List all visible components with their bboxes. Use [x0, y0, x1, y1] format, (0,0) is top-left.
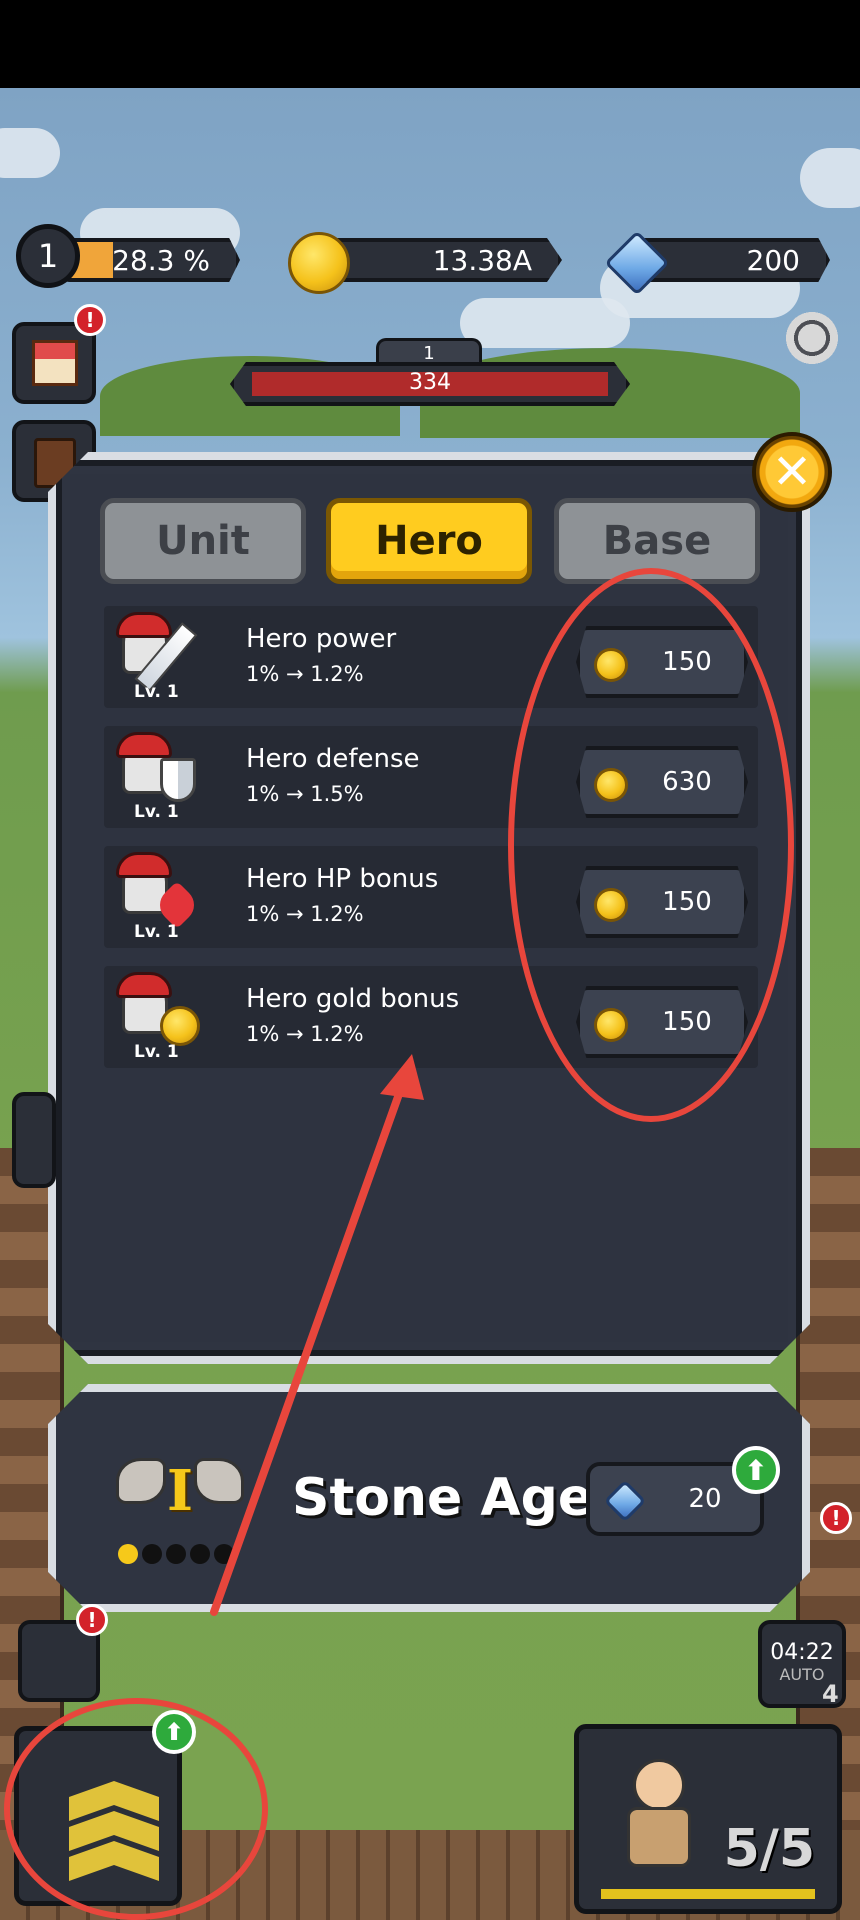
- upgrade-change: 1% → 1.2%: [246, 1022, 364, 1046]
- upgrade-arrow-icon: ⬆: [732, 1446, 780, 1494]
- gold-coin-icon: [594, 768, 628, 802]
- close-button[interactable]: ✕: [752, 432, 832, 512]
- era-progress-dot: [142, 1544, 162, 1564]
- gold-coin-icon: [160, 1006, 200, 1046]
- hero-gold-icon: Lv. 1: [116, 972, 206, 1062]
- upgrade-change: 1% → 1.2%: [246, 902, 364, 926]
- era-progress-dots: [118, 1544, 234, 1564]
- gold-coin-icon: [594, 888, 628, 922]
- player-level: 1: [37, 237, 59, 275]
- auto-count: 4: [822, 1680, 839, 1708]
- upgrade-level: Lv. 1: [134, 922, 179, 942]
- upgrade-level: Lv. 1: [134, 1042, 179, 1062]
- stone-axes-icon: I: [110, 1448, 250, 1544]
- rank-chevron-icon: [69, 1841, 159, 1881]
- upgrade-cost: 630: [662, 767, 712, 797]
- hero-hp-icon: Lv. 1: [116, 852, 206, 942]
- right-alert-icon: !: [820, 1502, 852, 1534]
- hero-power-icon: Lv. 1: [116, 612, 206, 702]
- hero-count-bar: [601, 1889, 815, 1899]
- tab-hero[interactable]: Hero: [326, 498, 532, 584]
- hero-summon-button[interactable]: 5/5: [574, 1724, 842, 1914]
- upgrade-change: 1% → 1.5%: [246, 782, 364, 806]
- upgrade-name: Hero power: [246, 624, 397, 654]
- upgrade-level: Lv. 1: [134, 802, 179, 822]
- upgrade-cost-button[interactable]: 150: [576, 986, 748, 1058]
- gold-coin-icon: [288, 232, 350, 294]
- upgrade-cost-button[interactable]: 150: [576, 866, 748, 938]
- upgrade-cost: 150: [662, 1007, 712, 1037]
- boss-stage: 1: [423, 343, 435, 364]
- era-roman-numeral: I: [166, 1458, 194, 1524]
- player-level-badge: 1: [16, 224, 80, 288]
- upgrade-cost: 150: [662, 647, 712, 677]
- shop-alert-icon: !: [74, 304, 106, 336]
- upgrade-cost-button[interactable]: 150: [576, 626, 748, 698]
- upgrade-cost-button[interactable]: 630: [576, 746, 748, 818]
- era-title: Stone Age: [292, 1468, 594, 1528]
- era-progress-dot: [166, 1544, 186, 1564]
- upgrade-name: Hero HP bonus: [246, 864, 439, 894]
- boss-hp-value: 334: [409, 370, 451, 395]
- upgrade-name: Hero gold bonus: [246, 984, 460, 1014]
- hero-count: 5/5: [723, 1819, 815, 1879]
- rank-upgrade-button[interactable]: [14, 1726, 182, 1906]
- tab-base[interactable]: Base: [554, 498, 760, 584]
- gem-amount: 200: [746, 243, 800, 277]
- auto-timer: 04:22: [770, 1640, 834, 1665]
- era-progress-dot: [214, 1544, 234, 1564]
- tab-unit[interactable]: Unit: [100, 498, 306, 584]
- unit-side-button[interactable]: [12, 1092, 56, 1188]
- settings-gear-icon[interactable]: [780, 306, 844, 370]
- gem-icon: [603, 1479, 647, 1523]
- era-cost: 20: [688, 1484, 722, 1514]
- upgrade-cost: 150: [662, 887, 712, 917]
- xp-percent: 28.3 %: [112, 243, 210, 277]
- upgrade-row-hero-defense: Lv. 1 Hero defense 1% → 1.5% 630: [104, 726, 758, 828]
- shield-icon: [160, 758, 196, 802]
- era-progress-dot: [190, 1544, 210, 1564]
- hero-alert-icon: !: [76, 1604, 108, 1636]
- close-icon: ✕: [771, 444, 813, 500]
- upgrade-row-hero-hp: Lv. 1 Hero HP bonus 1% → 1.2% 150: [104, 846, 758, 948]
- hero-defense-icon: Lv. 1: [116, 732, 206, 822]
- upgrade-name: Hero defense: [246, 744, 420, 774]
- era-progress-dot: [118, 1544, 138, 1564]
- upgrade-row-hero-power: Lv. 1 Hero power 1% → 1.2% 150: [104, 606, 758, 708]
- shop-icon: [32, 340, 78, 386]
- upgrade-change: 1% → 1.2%: [246, 662, 364, 686]
- gold-coin-icon: [594, 648, 628, 682]
- upgrade-level: Lv. 1: [134, 682, 179, 702]
- gold-coin-icon: [594, 1008, 628, 1042]
- caveman-hero-icon: [619, 1759, 699, 1879]
- gold-amount: 13.38A: [432, 243, 532, 277]
- upgrade-row-hero-gold: Lv. 1 Hero gold bonus 1% → 1.2% 150: [104, 966, 758, 1068]
- boss-hp-bar: 334: [230, 362, 630, 406]
- xp-bar: 28.3 %: [60, 238, 240, 282]
- upgrade-arrow-icon: ⬆: [152, 1710, 196, 1754]
